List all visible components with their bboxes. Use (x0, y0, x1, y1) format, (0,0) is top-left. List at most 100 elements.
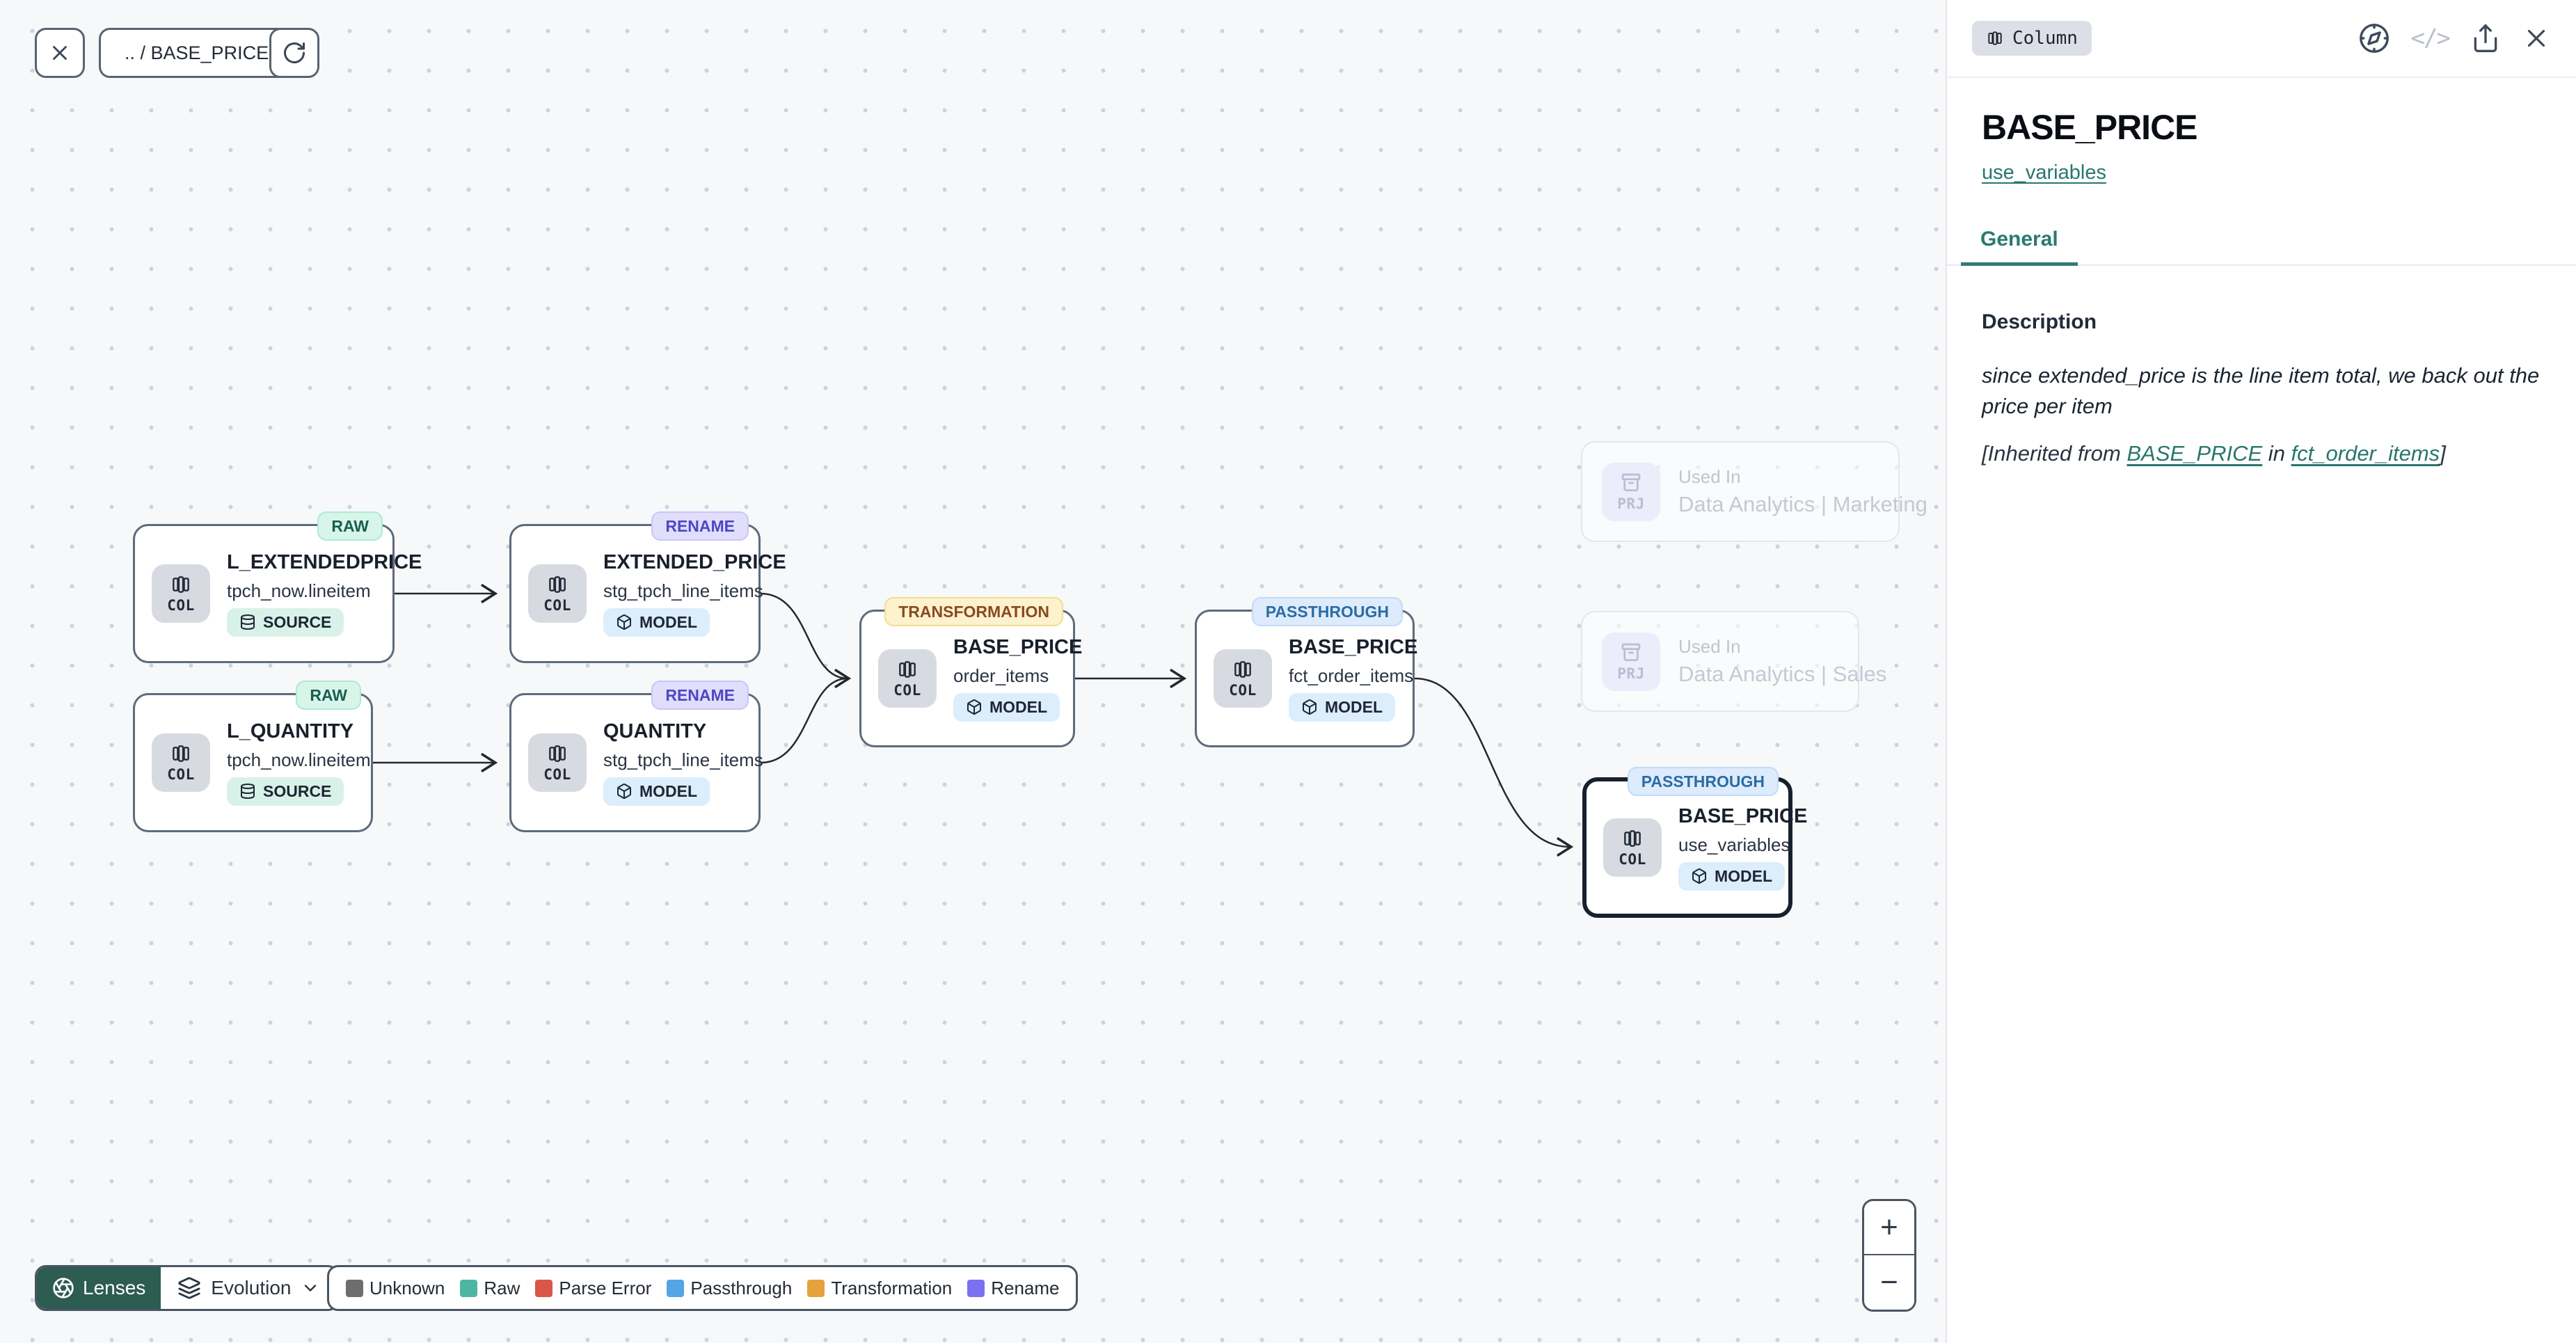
chevron-down-icon (301, 1278, 320, 1298)
node-title: BASE_PRICE (1289, 636, 1417, 659)
model-pill: MODEL (1289, 693, 1395, 722)
model-link[interactable]: use_variables (1982, 161, 2106, 184)
cube-icon (1301, 699, 1318, 715)
pill-label: SOURCE (263, 613, 331, 632)
node-subtitle: tpch_now.lineitem (227, 580, 371, 602)
legend-swatch (535, 1280, 552, 1297)
evolution-badge: RAW (296, 681, 361, 710)
columns-icon (546, 573, 569, 596)
cube-icon (966, 699, 983, 715)
lenses-label: Lenses (83, 1277, 145, 1299)
inherited-column-link[interactable]: BASE_PRICE (2126, 441, 2262, 466)
pill-label: MODEL (1325, 698, 1383, 717)
lens-mode-dropdown[interactable]: Evolution (161, 1267, 337, 1309)
columns-icon (1621, 827, 1644, 850)
tab-general[interactable]: General (1961, 228, 2078, 266)
node-base-price-fct-order-items[interactable]: PASSTHROUGH COL BASE_PRICE fct_order_ite… (1195, 610, 1415, 747)
column-chip: COL (1214, 649, 1272, 708)
chip-label: PRJ (1617, 495, 1644, 512)
cube-icon (616, 783, 633, 800)
used-in-node-sales[interactable]: PRJ Used In Data Analytics | Sales (1581, 611, 1859, 712)
zoom-in-button[interactable]: + (1864, 1201, 1914, 1255)
pill-label: MODEL (1715, 867, 1772, 886)
node-subtitle: tpch_now.lineitem (227, 749, 371, 771)
project-chip: PRJ (1602, 633, 1660, 691)
close-panel-icon[interactable] (2522, 24, 2551, 53)
chip-label: COL (167, 766, 194, 783)
pill-label: MODEL (639, 613, 697, 632)
chip-label: COL (1229, 682, 1256, 699)
columns-icon (1232, 658, 1254, 681)
legend-label: Passthrough (690, 1278, 792, 1299)
compass-icon[interactable] (2358, 22, 2390, 54)
cube-icon (1691, 868, 1708, 884)
node-extended-price[interactable]: RENAME COL EXTENDED_PRICE stg_tpch_line_… (509, 524, 761, 663)
panel-tabs: General (1947, 228, 2576, 266)
layers-icon (177, 1276, 201, 1300)
columns-icon (896, 658, 919, 681)
inherited-model-link[interactable]: fct_order_items (2291, 441, 2440, 466)
columns-icon (170, 573, 192, 596)
code-icon[interactable]: </> (2411, 24, 2449, 52)
node-subtitle: fct_order_items (1289, 665, 1413, 687)
used-in-title: Data Analytics | Marketing (1678, 492, 1927, 517)
used-in-title: Data Analytics | Sales (1678, 662, 1886, 687)
legend-label: Unknown (369, 1278, 445, 1299)
node-l-quantity[interactable]: RAW COL L_QUANTITY tpch_now.lineitem SOU… (133, 693, 373, 832)
evolution-badge: TRANSFORMATION (884, 597, 1063, 626)
description-heading: Description (1982, 310, 2541, 334)
pill-label: MODEL (639, 782, 697, 801)
evolution-badge: RENAME (651, 511, 749, 541)
project-chip: PRJ (1602, 463, 1660, 521)
panel-title: BASE_PRICE (1982, 107, 2541, 148)
share-icon[interactable] (2470, 23, 2501, 54)
legend-swatch (667, 1280, 684, 1297)
node-base-price-use-variables[interactable]: PASSTHROUGH COL BASE_PRICE use_variables… (1582, 777, 1792, 918)
breadcrumb[interactable]: .. / BASE_PRICE (99, 28, 294, 78)
entity-type-label: Column (2012, 28, 2078, 49)
chip-label: COL (1619, 851, 1646, 868)
node-base-price-order-items[interactable]: TRANSFORMATION COL BASE_PRICE order_item… (859, 610, 1075, 747)
columns-icon (170, 742, 192, 765)
node-subtitle: use_variables (1678, 834, 1790, 856)
used-in-label: Used In (1678, 466, 1927, 488)
columns-icon (1986, 29, 2004, 47)
zoom-out-button[interactable]: − (1864, 1255, 1914, 1310)
model-pill: MODEL (1678, 862, 1785, 891)
details-panel-header: Column </> (1947, 0, 2576, 78)
legend-swatch (346, 1280, 363, 1297)
aperture-icon (52, 1277, 74, 1299)
node-l-extendedprice[interactable]: RAW COL L_EXTENDEDPRICE tpch_now.lineite… (133, 524, 395, 663)
legend-label: Rename (991, 1278, 1059, 1299)
legend-item-parse-error: Parse Error (535, 1278, 651, 1299)
database-icon (239, 783, 256, 800)
source-pill: SOURCE (227, 608, 344, 637)
column-chip: COL (878, 649, 937, 708)
pill-label: MODEL (989, 698, 1047, 717)
evolution-badge: RENAME (651, 681, 749, 710)
legend-label: Raw (484, 1278, 520, 1299)
node-title: BASE_PRICE (1678, 805, 1807, 828)
legend-swatch (460, 1280, 477, 1297)
column-chip: COL (528, 733, 587, 792)
legend-item-raw: Raw (460, 1278, 520, 1299)
used-in-node-marketing[interactable]: PRJ Used In Data Analytics | Marketing (1581, 441, 1900, 542)
legend-item-transformation: Transformation (807, 1278, 952, 1299)
node-subtitle: stg_tpch_line_items (603, 580, 763, 602)
model-pill: MODEL (603, 608, 710, 637)
column-chip: COL (1603, 818, 1662, 877)
used-in-label: Used In (1678, 636, 1886, 658)
close-graph-button[interactable] (35, 28, 85, 78)
inherited-prefix: [Inherited from (1982, 441, 2126, 466)
node-subtitle: stg_tpch_line_items (603, 749, 763, 771)
evolution-badge: PASSTHROUGH (1628, 767, 1779, 796)
model-pill: MODEL (603, 777, 710, 806)
evolution-badge: RAW (317, 511, 383, 541)
breadcrumb-label: .. / BASE_PRICE (125, 42, 269, 64)
node-title: QUANTITY (603, 720, 706, 743)
node-title: L_QUANTITY (227, 720, 353, 743)
node-quantity[interactable]: RENAME COL QUANTITY stg_tpch_line_items … (509, 693, 761, 832)
refresh-button[interactable] (269, 28, 319, 78)
lenses-button[interactable]: Lenses (37, 1267, 161, 1309)
lenses-control: Lenses Evolution (35, 1265, 339, 1311)
